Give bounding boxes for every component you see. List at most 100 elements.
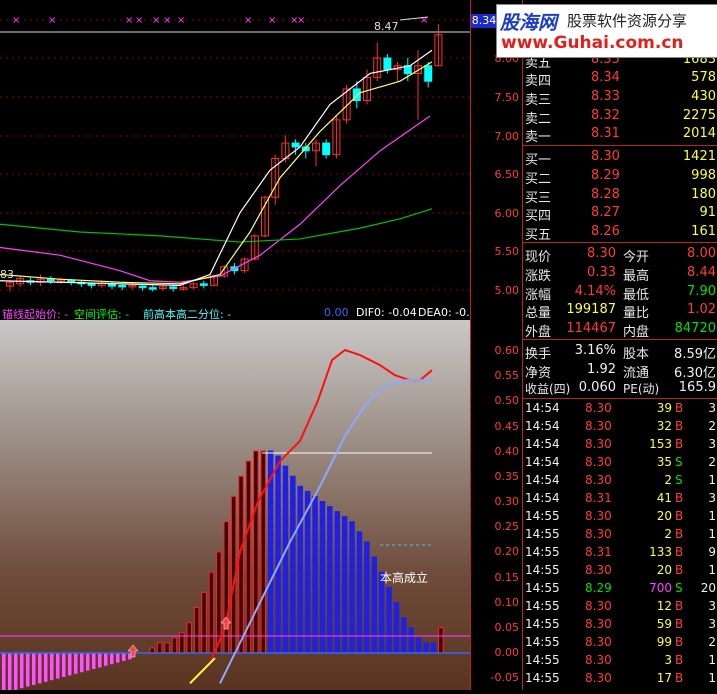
ind-tick: 0.30 <box>494 495 520 508</box>
tick-row[interactable]: 14:55 8.30 2 B 1 <box>523 526 717 544</box>
tick-volume: 20 <box>656 563 672 577</box>
ma60-line <box>0 208 433 243</box>
tick-side: B <box>675 545 684 559</box>
indicator-bar <box>201 591 207 654</box>
indicator-bar <box>415 637 422 654</box>
negative-bar <box>74 653 78 674</box>
buy-level-1[interactable]: 买一 8.30 1421 <box>523 147 717 168</box>
tick-side: B <box>675 509 684 523</box>
brand-slogan: 股票软件资源分享 <box>567 12 688 30</box>
stat-row-outer: 外盘 114467 内盘 84720 <box>523 319 717 340</box>
stat-value: 8.00 <box>687 246 716 261</box>
tick-row[interactable]: 14:54 8.30 35 S 2 <box>523 454 717 472</box>
tick-count: 2 <box>708 455 716 469</box>
price-tick: 5.50 <box>494 245 520 258</box>
kline-canvas: × × × × × × × × × ×× × <box>0 15 470 292</box>
legend-prev-high: 前高本高二分位: - <box>143 308 232 321</box>
ind-tick: 0.40 <box>494 445 520 458</box>
tick-count: 3 <box>708 599 716 613</box>
tick-time: 14:55 <box>525 527 560 541</box>
stat-row-pct: 涨幅 4.14% 最低 7.90 <box>523 282 717 303</box>
indicator-bar <box>208 571 215 654</box>
indicator-bar <box>238 475 244 654</box>
stat-row-turnover: 换手 3.16% 股本 8.59亿 <box>523 341 717 362</box>
stat-value: 165.9 <box>678 380 716 395</box>
negative-bar <box>104 653 108 666</box>
negative-bar <box>26 653 30 687</box>
tick-row[interactable]: 14:54 8.30 39 B 3 <box>523 400 717 418</box>
last-price-tag: 8.34 <box>471 14 497 28</box>
stat-label: 收益(四) <box>525 382 571 396</box>
negative-bar <box>110 653 114 665</box>
tick-time: 14:55 <box>525 563 560 577</box>
stat-row-change: 涨跌 0.33 最高 8.44 <box>523 263 717 284</box>
indicator-chart[interactable]: 本高成立 <box>0 305 470 693</box>
tick-row[interactable]: 14:54 8.31 41 B 3 <box>523 490 717 508</box>
indicator-bar <box>423 642 429 654</box>
tick-row[interactable]: 14:55 8.30 59 B 3 <box>523 616 717 634</box>
tick-row[interactable]: 14:54 8.30 2 S 1 <box>523 472 717 490</box>
signal-marker: × <box>135 15 143 26</box>
indicator-annotation: 本高成立 <box>380 571 429 585</box>
price-tick: 6.00 <box>494 207 520 220</box>
tick-row[interactable]: 14:55 8.30 20 B 1 <box>523 562 717 580</box>
tick-count: 1 <box>708 671 716 685</box>
tick-list[interactable]: 14:54 8.30 39 B 3 14:54 8.30 32 B 2 14:54 8.30 153 B 3… <box>523 400 717 690</box>
indicator-bar <box>401 617 407 654</box>
sell-level-4[interactable]: 卖四 8.34 578 <box>523 68 717 89</box>
buy-level-5[interactable]: 买五 8.26 161 <box>523 222 717 243</box>
tick-row[interactable]: 14:54 8.30 32 B 2 <box>523 418 717 436</box>
candle-body <box>291 142 300 148</box>
tick-row[interactable]: 14:55 8.30 17 B 1 <box>523 670 717 688</box>
indicator-bar <box>341 516 348 654</box>
tick-side: S <box>675 473 683 487</box>
dea-line <box>219 379 432 684</box>
indicator-legend: 锚线起始价: - 空间评估: - 前高本高二分位: - 0.00 DIF0: -… <box>0 305 470 321</box>
tick-time: 14:54 <box>525 401 560 415</box>
candlestick-chart[interactable]: × × × × × × × × × × × × 8.47 83 <box>0 0 470 305</box>
tick-row[interactable]: 14:55 8.29 700 S 20 <box>523 580 717 598</box>
tick-time: 14:55 <box>525 635 560 649</box>
indicator-bar <box>408 627 414 654</box>
buy-signal-arrow <box>220 616 232 630</box>
legend-space-eval: 空间评估: - <box>74 308 130 321</box>
candle-body <box>118 284 127 288</box>
sell-label: 卖一 <box>525 130 552 145</box>
quote-panel: 卖五 8.35 1683 卖四 8.34 578 卖三 8.33 430 卖二 … <box>522 0 717 690</box>
buy-level-3[interactable]: 买三 8.28 180 <box>523 185 717 206</box>
signal-marker: × <box>125 15 133 26</box>
yellow-line <box>189 657 216 685</box>
tick-row[interactable]: 14:55 8.30 12 B 3 <box>523 598 717 616</box>
tick-row[interactable]: 14:55 8.31 133 B 9 <box>523 544 717 562</box>
sell-level-1[interactable]: 卖一 8.31 2014 <box>523 124 717 145</box>
brand-name: 股海网 <box>500 12 558 34</box>
ind-tick: 0.45 <box>494 420 520 433</box>
tick-count: 3 <box>708 617 716 631</box>
indicator-bar <box>275 455 281 654</box>
indicator-bar <box>393 602 400 654</box>
tick-row[interactable]: 14:54 8.30 153 B 3 <box>523 436 717 454</box>
tick-row[interactable]: 14:55 8.30 99 B 2 <box>523 634 717 652</box>
tick-volume: 700 <box>649 581 672 595</box>
tick-row[interactable]: 14:55 8.30 3 B 1 <box>523 652 717 670</box>
sell-level-2[interactable]: 卖二 8.32 2275 <box>523 106 717 127</box>
tick-volume: 133 <box>649 545 672 559</box>
buy-level-2[interactable]: 买二 8.29 998 <box>523 166 717 187</box>
sell-level-3[interactable]: 卖三 8.33 430 <box>523 87 717 108</box>
tick-count: 3 <box>708 491 716 505</box>
buy-price: 8.29 <box>591 168 620 183</box>
ind-tick: 0.50 <box>494 394 520 407</box>
tick-volume: 35 <box>656 455 672 469</box>
tick-side: B <box>675 419 684 433</box>
indicator-bar <box>171 637 178 654</box>
tick-side: S <box>675 455 683 469</box>
tick-count: 1 <box>708 473 716 487</box>
tick-row[interactable]: 14:55 8.30 20 B 1 <box>523 508 717 526</box>
indicator-bar <box>356 531 363 654</box>
tick-price: 8.30 <box>585 563 612 577</box>
indicator-bar <box>312 495 318 654</box>
tick-price: 8.30 <box>585 437 612 451</box>
negative-bar <box>14 653 18 690</box>
buy-level-4[interactable]: 买四 8.27 91 <box>523 203 717 224</box>
price-tick: 7.00 <box>494 130 520 143</box>
